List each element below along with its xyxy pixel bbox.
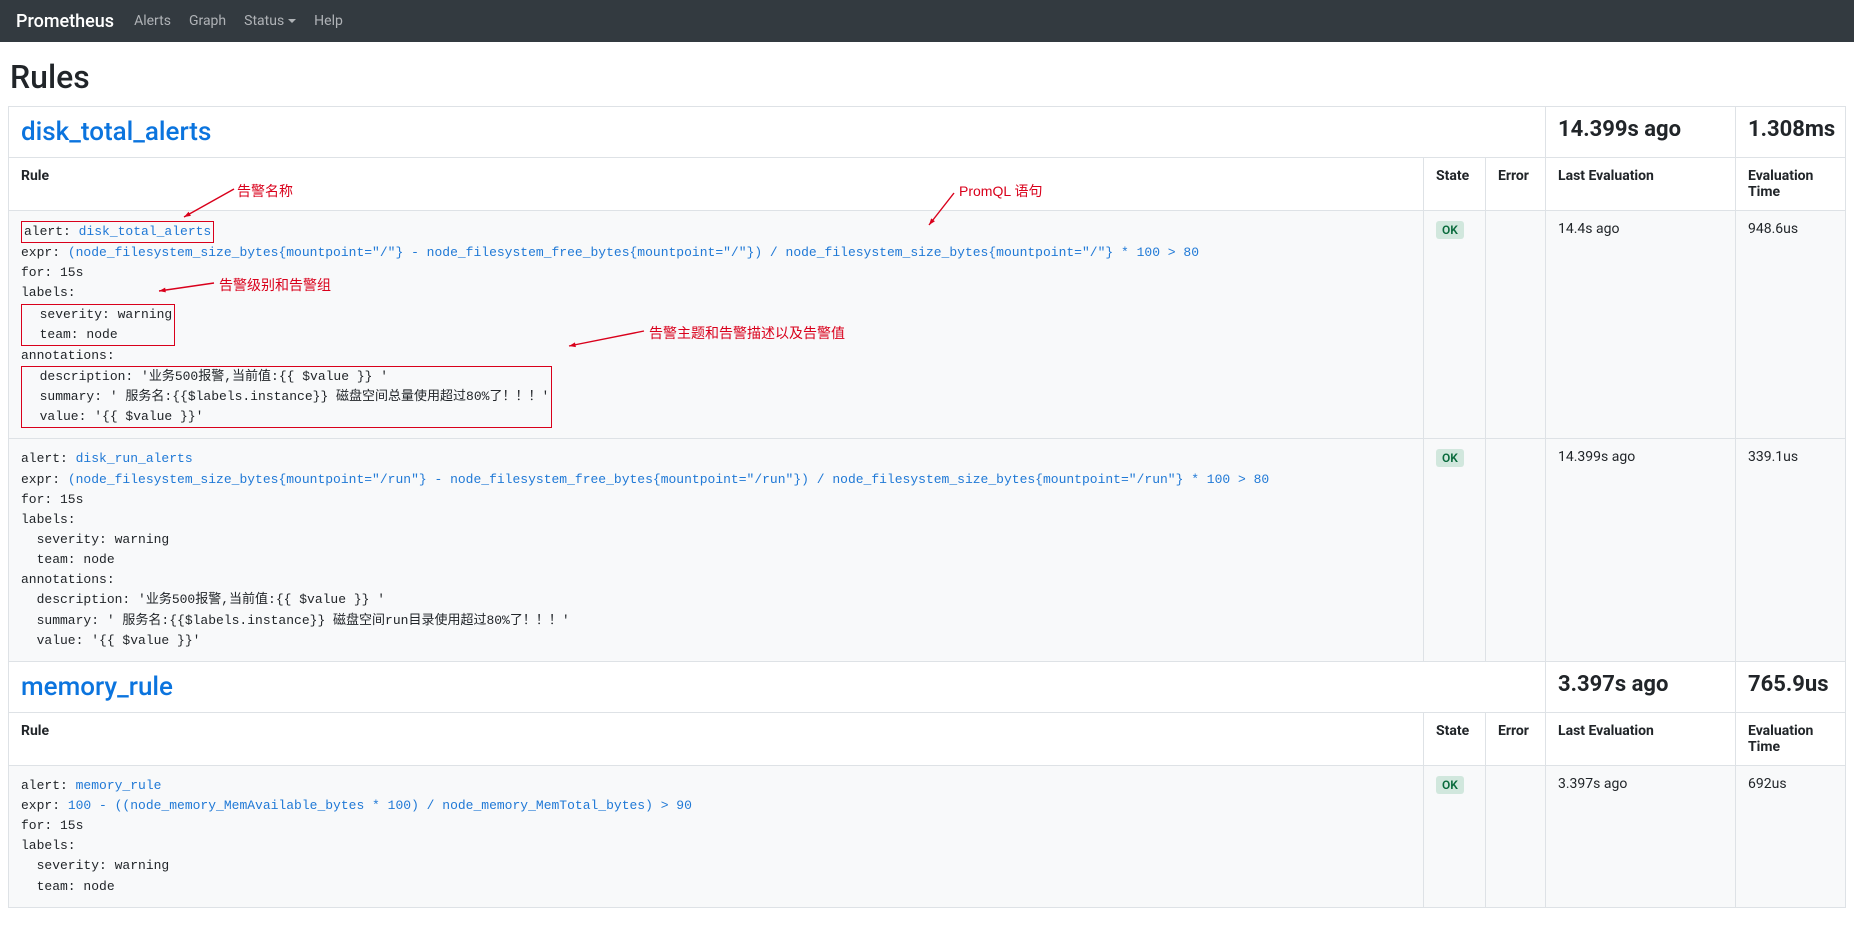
- group-ago: 14.399s ago: [1558, 117, 1681, 142]
- state-cell: OK: [1423, 439, 1485, 661]
- nav-alerts[interactable]: Alerts: [134, 13, 171, 29]
- chevron-down-icon: [288, 19, 296, 23]
- col-last: Last Evaluation: [1546, 158, 1736, 211]
- rule-cell: alert: memory_rule expr: 100 - ((node_me…: [9, 765, 1424, 907]
- error-cell: [1485, 439, 1545, 661]
- col-eval: Evaluation Time: [1736, 158, 1846, 211]
- col-error: Error: [1485, 712, 1545, 765]
- nav-graph[interactable]: Graph: [189, 13, 226, 29]
- annotation-label: PromQL 语句: [959, 181, 1043, 203]
- nav-help[interactable]: Help: [314, 13, 343, 29]
- rule-group-link[interactable]: disk_total_alerts: [21, 117, 211, 147]
- navbar: Prometheus Alerts Graph Status Help: [0, 0, 1854, 42]
- page-title: Rules: [10, 58, 1846, 96]
- group-duration: 1.308ms: [1748, 117, 1835, 142]
- brand[interactable]: Prometheus: [16, 11, 114, 32]
- last-eval-cell: 14.399s ago: [1546, 439, 1736, 661]
- group-duration: 765.9us: [1748, 672, 1829, 697]
- annotation-label: 告警名称: [237, 181, 293, 203]
- rule-group-row: disk_total_alerts 14.399s ago 1.308ms: [9, 107, 1846, 158]
- col-rule: Rule: [9, 712, 1424, 765]
- annotation-label: 告警主题和告警描述以及告警值: [649, 323, 845, 345]
- col-error: Error: [1485, 158, 1545, 211]
- last-eval-cell: 14.4s ago: [1546, 211, 1736, 439]
- state-badge: OK: [1436, 776, 1464, 794]
- col-state: State: [1423, 158, 1485, 211]
- state-cell: OK: [1423, 211, 1485, 439]
- columns-header-row: RuleStateErrorLast EvaluationEvaluation …: [9, 712, 1846, 765]
- last-eval-cell: 3.397s ago: [1546, 765, 1736, 907]
- group-ago: 3.397s ago: [1558, 672, 1668, 697]
- state-badge: OK: [1436, 449, 1464, 467]
- col-state: State: [1423, 712, 1485, 765]
- rule-cell: alert: disk_total_alerts expr: (node_fil…: [9, 211, 1424, 439]
- nav-status[interactable]: Status: [244, 13, 296, 29]
- table-row: alert: disk_total_alerts expr: (node_fil…: [9, 211, 1846, 439]
- rule-cell: alert: disk_run_alerts expr: (node_files…: [9, 439, 1424, 661]
- rule-group-link[interactable]: memory_rule: [21, 672, 173, 702]
- state-badge: OK: [1436, 221, 1464, 239]
- table-row: alert: memory_rule expr: 100 - ((node_me…: [9, 765, 1846, 907]
- state-cell: OK: [1423, 765, 1485, 907]
- col-last: Last Evaluation: [1546, 712, 1736, 765]
- eval-time-cell: 339.1us: [1736, 439, 1846, 661]
- annotation-label: 告警级别和告警组: [219, 275, 331, 297]
- col-rule: Rule: [9, 158, 1424, 211]
- rule-group-row: memory_rule 3.397s ago 765.9us: [9, 661, 1846, 712]
- error-cell: [1485, 765, 1545, 907]
- eval-time-cell: 948.6us: [1736, 211, 1846, 439]
- error-cell: [1485, 211, 1545, 439]
- rules-table: disk_total_alerts14.399s ago1.308msRuleS…: [8, 106, 1846, 908]
- eval-time-cell: 692us: [1736, 765, 1846, 907]
- table-row: alert: disk_run_alerts expr: (node_files…: [9, 439, 1846, 661]
- col-eval: Evaluation Time: [1736, 712, 1846, 765]
